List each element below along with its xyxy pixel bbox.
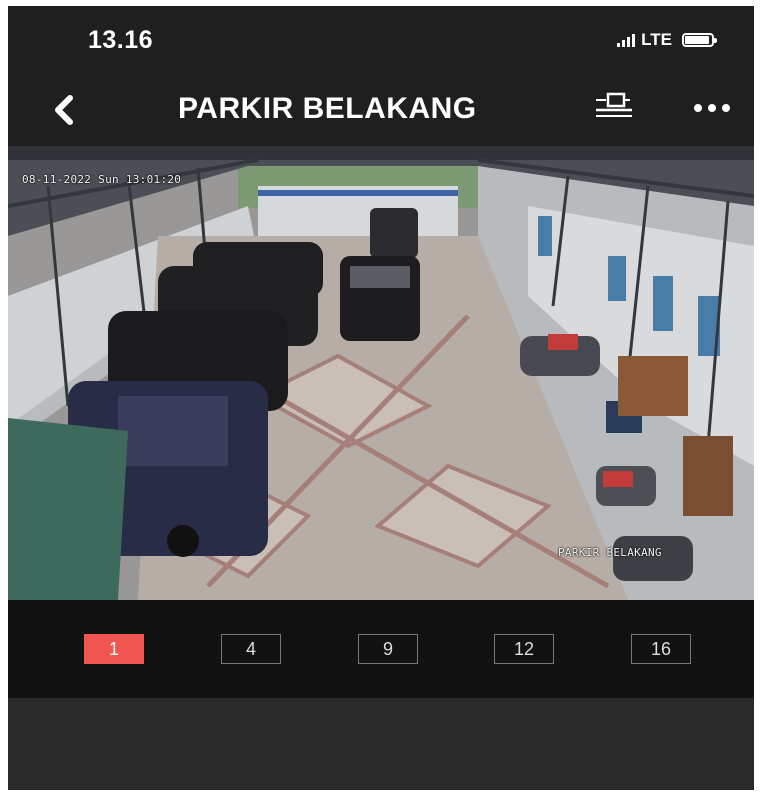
more-horizontal-icon: [694, 104, 730, 112]
view-mode-12-button[interactable]: 12: [494, 634, 554, 664]
header-bar: PARKIR BELAKANG: [8, 76, 754, 146]
status-bar: 13.16 LTE: [8, 6, 754, 72]
camera-timestamp: 08-11-2022 Sun 13:01:20: [22, 173, 182, 186]
chevron-left-icon: [55, 95, 73, 125]
view-mode-bar: 1 4 9 12 16: [8, 600, 754, 698]
view-mode-16-button[interactable]: 16: [631, 634, 691, 664]
view-mode-1-button[interactable]: 1: [84, 634, 144, 664]
battery-icon: [682, 33, 717, 47]
phone-screen: 13.16 LTE PARKIR BELAKANG 08-11-2022 Sun…: [8, 6, 754, 790]
network-label: LTE: [641, 30, 672, 49]
page-title: PARKIR BELAKANG: [178, 92, 477, 125]
back-button[interactable]: [46, 90, 86, 130]
camera-image: [8, 146, 754, 600]
status-time: 13.16: [88, 26, 154, 54]
camera-name-overlay: PARKIR BELAKANG: [558, 546, 662, 559]
camera-feed[interactable]: 08-11-2022 Sun 13:01:20 PARKIR BELAKANG: [8, 146, 754, 600]
screen-cast-icon: [596, 92, 632, 117]
view-mode-9-button[interactable]: 9: [358, 634, 418, 664]
screen-cast-button[interactable]: [594, 90, 634, 124]
view-mode-4-button[interactable]: 4: [221, 634, 281, 664]
status-right: LTE: [617, 30, 717, 50]
bottom-panel: [8, 698, 754, 790]
signal-icon: [617, 33, 636, 47]
more-button[interactable]: [690, 96, 734, 120]
